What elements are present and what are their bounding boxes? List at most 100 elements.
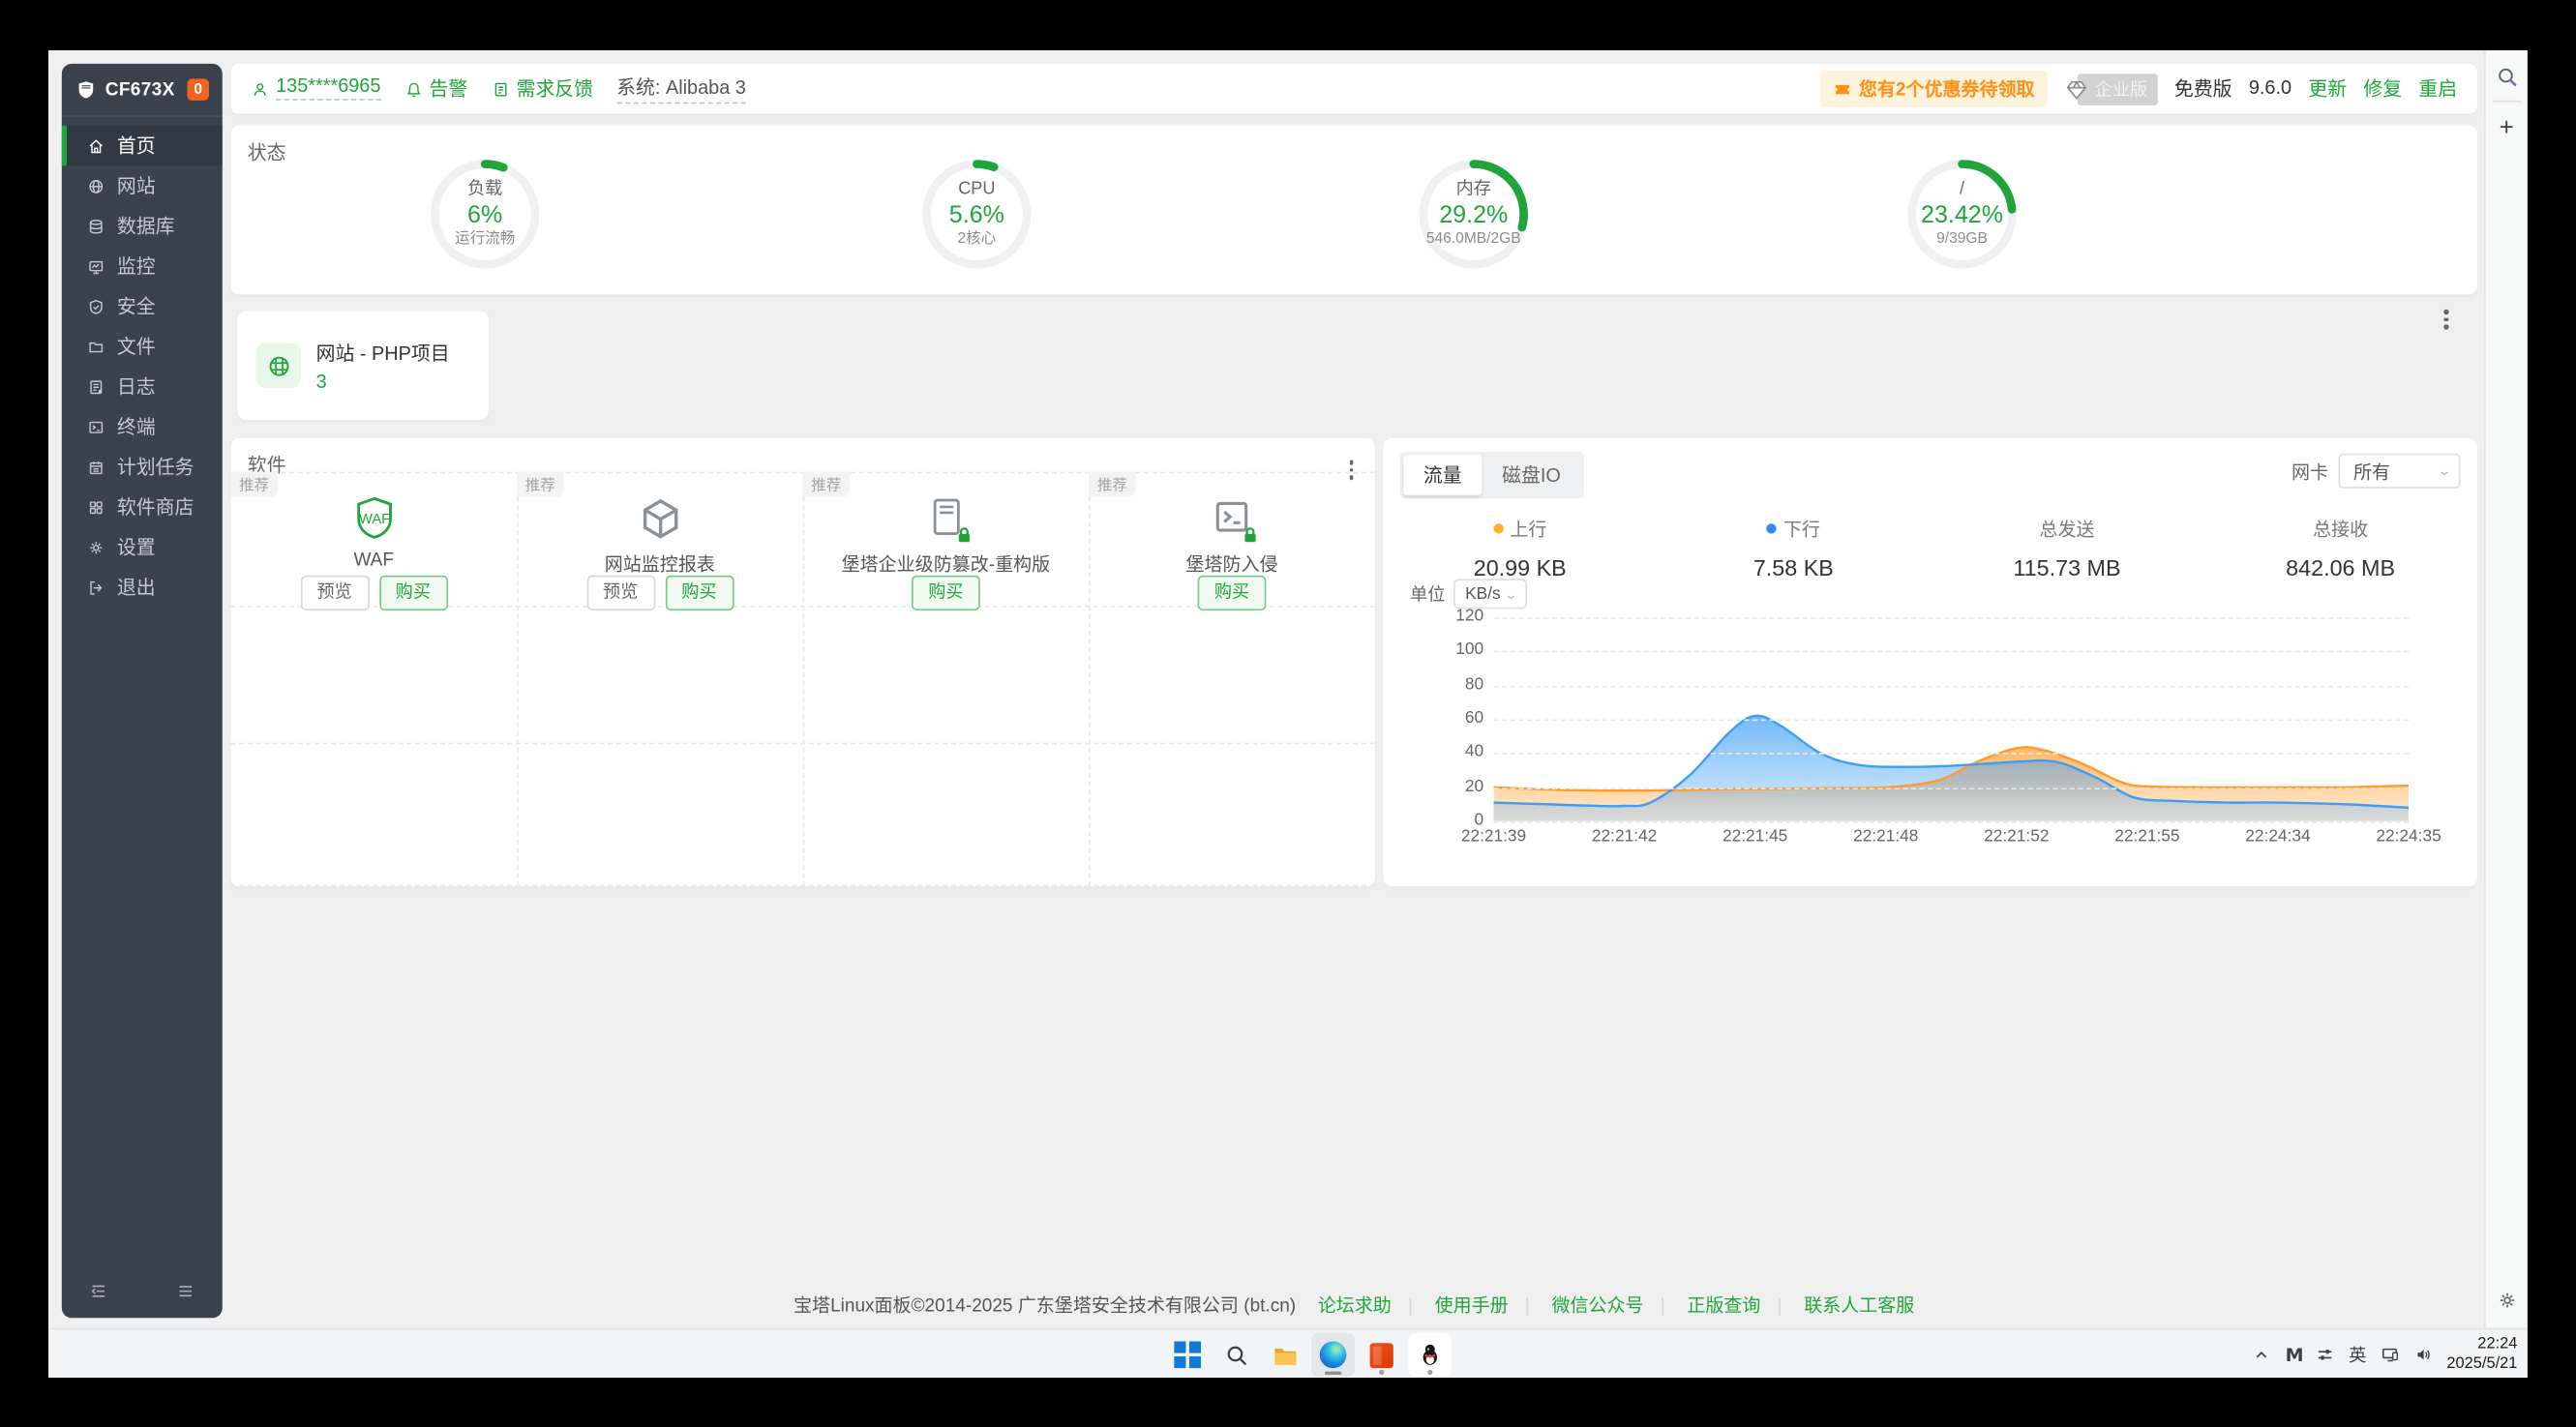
gear-icon[interactable] bbox=[2496, 1290, 2517, 1311]
gauge-load[interactable]: 负载6%运行流畅 bbox=[427, 156, 544, 273]
windows-taskbar: 𝗠 英 22:24 2025/5/21 bbox=[48, 1328, 2528, 1378]
volume-icon[interactable] bbox=[2413, 1345, 2434, 1365]
sidebar-item-security[interactable]: 安全 bbox=[62, 286, 223, 326]
gauge-cpu[interactable]: CPU5.6%2核心 bbox=[918, 156, 1035, 273]
preview-button[interactable]: 预览 bbox=[586, 576, 655, 610]
sidebar-item-settings[interactable]: 设置 bbox=[62, 527, 223, 567]
log-icon bbox=[87, 377, 105, 396]
website-globe-icon bbox=[255, 343, 301, 389]
cube-icon bbox=[635, 493, 685, 544]
account-link[interactable]: 135****6965 bbox=[251, 77, 380, 101]
status-card: 状态 负载6%运行流畅 CPU5.6%2核心 内存29.2%546.0MB/2G… bbox=[230, 126, 2477, 295]
unit-select[interactable]: KB/s⌄ bbox=[1453, 579, 1527, 609]
traffic-area-chart[interactable] bbox=[1494, 617, 2410, 821]
input-method-icon[interactable]: 𝗠 bbox=[2286, 1344, 2302, 1365]
user-icon bbox=[251, 79, 269, 98]
gauge-disk[interactable]: /23.42%9/39GB bbox=[1903, 156, 2021, 273]
globe-icon bbox=[87, 177, 105, 195]
sidebar-item-terminal[interactable]: 终端 bbox=[62, 406, 223, 446]
monitor-icon bbox=[87, 256, 105, 275]
website-card-title: 网站 - PHP项目 bbox=[316, 339, 450, 366]
sidebar-item-database[interactable]: 数据库 bbox=[62, 206, 223, 246]
footer-link-support[interactable]: 联系人工客服 bbox=[1804, 1296, 1914, 1317]
software-card: 软件 推荐 WAF 预览 购买 推荐 网站监控报表 bbox=[230, 438, 1374, 886]
folder-icon bbox=[87, 337, 105, 355]
preview-button[interactable]: 预览 bbox=[300, 576, 369, 610]
add-icon[interactable]: + bbox=[2500, 114, 2514, 142]
footer-link-wechat[interactable]: 微信公众号 bbox=[1551, 1296, 1643, 1317]
sidebar-item-cron[interactable]: 计划任务 bbox=[62, 447, 223, 487]
version-number[interactable]: 9.6.0 bbox=[2249, 78, 2291, 99]
sidebar-item-files[interactable]: 文件 bbox=[62, 326, 223, 366]
sidebar-item-appstore[interactable]: 软件商店 bbox=[62, 487, 223, 526]
search-icon[interactable] bbox=[2495, 66, 2518, 89]
nic-select[interactable]: 所有⌄ bbox=[2338, 454, 2460, 489]
enterprise-upgrade[interactable]: 企业版 bbox=[2065, 73, 2158, 104]
terminal-lock-icon bbox=[1207, 493, 1257, 544]
sidebar-item-website[interactable]: 网站 bbox=[62, 165, 223, 205]
footer-link-manual[interactable]: 使用手册 bbox=[1435, 1296, 1509, 1317]
taskbar-search[interactable] bbox=[1214, 1333, 1258, 1377]
taskbar-edge[interactable] bbox=[1311, 1333, 1355, 1377]
tab-diskio[interactable]: 磁盘IO bbox=[1482, 455, 1580, 494]
chart-tabs: 流量 磁盘IO bbox=[1400, 452, 1584, 498]
sidebar-item-home[interactable]: 首页 bbox=[62, 126, 223, 165]
edge-icon bbox=[1320, 1341, 1347, 1368]
chevron-down-icon: ⌄ bbox=[2437, 463, 2452, 479]
tray-sliders-icon[interactable] bbox=[2316, 1345, 2336, 1365]
gauge-memory[interactable]: 内存29.2%546.0MB/2GB bbox=[1415, 156, 1532, 273]
taskbar-file-explorer[interactable] bbox=[1263, 1333, 1306, 1377]
website-overview-card[interactable]: 网站 - PHP项目 3 bbox=[237, 312, 488, 420]
coupon-icon bbox=[1834, 79, 1852, 98]
tab-traffic[interactable]: 流量 bbox=[1403, 455, 1482, 494]
sidebar-item-monitor[interactable]: 监控 bbox=[62, 246, 223, 285]
screen: CF673X 0 首页 网站 数据库 监控 安全 文件 日志 终端 计划任务 软… bbox=[48, 50, 2528, 1378]
footer-link-forum[interactable]: 论坛求助 bbox=[1318, 1296, 1392, 1317]
footer-link-genuine[interactable]: 正版查询 bbox=[1687, 1296, 1760, 1317]
taskbar-office[interactable] bbox=[1360, 1333, 1403, 1377]
system-info[interactable]: 系统: Alibaba 3 bbox=[616, 74, 746, 104]
website-count[interactable]: 3 bbox=[316, 372, 450, 393]
shield-icon bbox=[87, 297, 105, 315]
taskbar-clock[interactable]: 22:24 2025/5/21 bbox=[2446, 1334, 2517, 1376]
message-count-badge[interactable]: 0 bbox=[187, 79, 208, 101]
x-axis-labels: 22:21:3922:21:4222:21:4522:21:4822:21:52… bbox=[1494, 828, 2410, 848]
waf-shield-icon bbox=[348, 493, 399, 544]
sidebar-item-logout[interactable]: 退出 bbox=[62, 567, 223, 607]
alarm-link[interactable]: 告警 bbox=[404, 75, 468, 103]
menu-list-icon[interactable] bbox=[175, 1281, 195, 1301]
buy-button[interactable]: 购买 bbox=[378, 576, 447, 610]
sidebar: CF673X 0 首页 网站 数据库 监控 安全 文件 日志 终端 计划任务 软… bbox=[62, 64, 223, 1318]
feedback-link[interactable]: 需求反馈 bbox=[492, 75, 593, 103]
network-icon[interactable] bbox=[2380, 1345, 2400, 1365]
language-indicator[interactable]: 英 bbox=[2349, 1342, 2366, 1367]
buy-button[interactable]: 购买 bbox=[912, 576, 980, 610]
software-item-name: 堡塔防入侵 bbox=[1089, 550, 1375, 578]
software-item-name: 堡塔企业级防篡改-重构版 bbox=[803, 550, 1090, 578]
unit-label: 单位 bbox=[1410, 581, 1445, 607]
restart-link[interactable]: 重启 bbox=[2418, 75, 2457, 103]
coupon-banner[interactable]: 您有2个优惠券待领取 bbox=[1820, 71, 2048, 107]
sidebar-nav: 首页 网站 数据库 监控 安全 文件 日志 终端 计划任务 软件商店 设置 退出 bbox=[62, 117, 223, 607]
divider bbox=[2492, 101, 2520, 103]
taskbar-qq[interactable] bbox=[1408, 1333, 1452, 1377]
repair-link[interactable]: 修复 bbox=[2363, 75, 2402, 103]
sidebar-footer bbox=[62, 1281, 223, 1301]
start-button[interactable] bbox=[1166, 1333, 1210, 1377]
panel-logo-icon bbox=[75, 78, 97, 100]
sidebar-item-logs[interactable]: 日志 bbox=[62, 367, 223, 406]
update-link[interactable]: 更新 bbox=[2308, 75, 2347, 103]
server-lock-icon bbox=[920, 493, 971, 544]
tray-chevron-up-icon[interactable] bbox=[2252, 1345, 2272, 1365]
diamond-icon bbox=[2065, 76, 2090, 102]
buy-button[interactable]: 购买 bbox=[665, 576, 734, 610]
traffic-chart-card: 流量 磁盘IO 网卡 所有⌄ 上行 20.99 KB 下行 7.58 KB 总发… bbox=[1383, 438, 2477, 886]
recommend-badge: 推荐 bbox=[517, 472, 563, 497]
software-item-intrusion-prevention: 推荐 堡塔防入侵 购买 bbox=[1089, 472, 1375, 605]
buy-button[interactable]: 购买 bbox=[1198, 576, 1267, 610]
software-item-name: 网站监控报表 bbox=[517, 550, 803, 578]
collapse-sidebar-icon[interactable] bbox=[88, 1281, 108, 1301]
software-item-monitor-report: 推荐 网站监控报表 预览 购买 bbox=[517, 472, 803, 605]
store-icon bbox=[87, 497, 105, 516]
overview-row-menu-icon[interactable] bbox=[2439, 305, 2453, 334]
